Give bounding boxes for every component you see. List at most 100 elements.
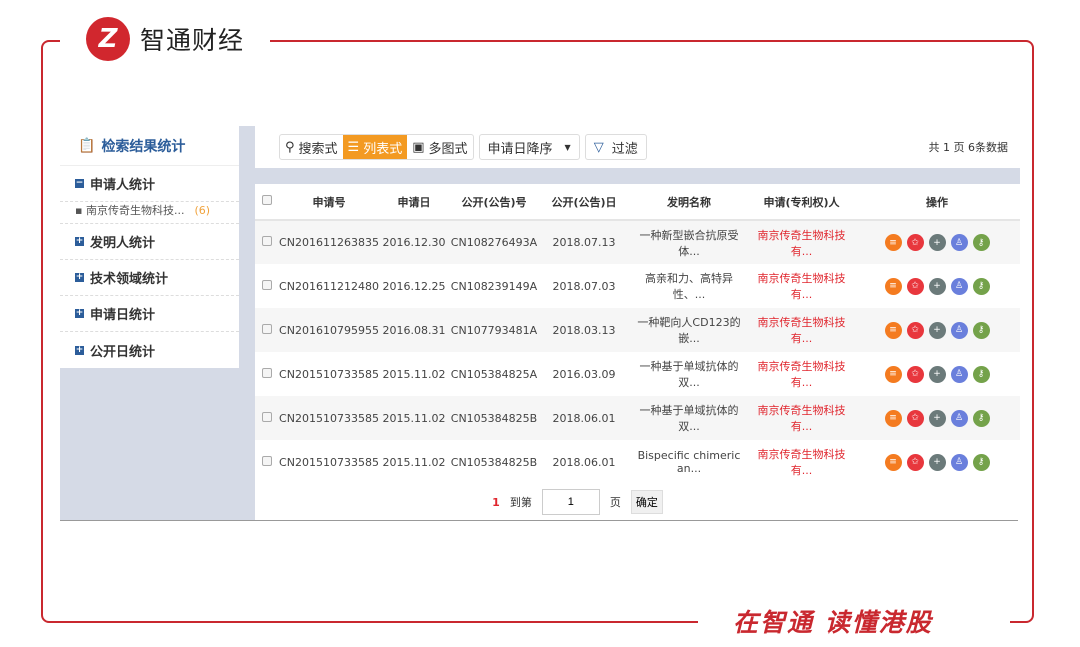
list-icon: ☰ xyxy=(347,139,360,155)
column-header: 申请(专利权)人 xyxy=(749,184,854,221)
table-cell[interactable]: 一种新型嵌合抗原受体... xyxy=(629,220,749,264)
table-cell: CN201611263835 xyxy=(279,220,379,264)
table-row[interactable]: CN201510733585 2015.11.02 CN105384825B 2018… xyxy=(255,440,1020,484)
table-cell[interactable]: 南京传奇生物科技有... xyxy=(749,308,854,352)
table-cell[interactable]: 一种基于单域抗体的双... xyxy=(629,396,749,440)
key-icon[interactable]: ⚷ xyxy=(972,453,990,471)
table-cell[interactable]: Bispecific chimeric an... xyxy=(629,440,749,484)
key-icon[interactable]: ⚷ xyxy=(972,234,990,251)
plus-icon[interactable]: + xyxy=(928,234,946,251)
table-cell: 2016.12.25 xyxy=(382,279,446,293)
table-row[interactable]: CN201611263835 2016.12.30 CN108276493A 2018… xyxy=(255,220,1020,264)
results-panel: ⚲ 搜索式 ☰ 列表式 ▣ 多图式 申请日降序 ▼ ▽ 过滤 共 1 页 6条数据 申请号… xyxy=(255,126,1020,520)
table-cell: CN105384825B xyxy=(450,455,538,469)
list-icon[interactable]: ≡ xyxy=(884,453,902,471)
table-cell[interactable]: 高亲和力、高特异性、... xyxy=(629,264,749,308)
user-icon[interactable]: ♙ xyxy=(950,321,968,339)
column-header: 申请号 xyxy=(279,184,379,221)
star-icon[interactable]: ✩ xyxy=(906,234,924,251)
sidebar-section-appdate[interactable]: + 申请日统计 xyxy=(60,296,239,332)
brand-name: 智通财经 xyxy=(140,26,245,55)
expand-icon: + xyxy=(75,236,84,246)
sidebar-item[interactable]: ▪ 南京传奇生物科技... (6) xyxy=(60,202,239,224)
key-icon[interactable]: ⚷ xyxy=(972,409,990,427)
plus-icon[interactable]: + xyxy=(928,321,946,339)
table-cell: CN105384825A xyxy=(450,367,538,381)
row-checkbox[interactable] xyxy=(262,279,272,290)
table-cell[interactable]: 一种基于单域抗体的双... xyxy=(629,352,749,396)
expand-icon: + xyxy=(75,272,84,282)
sidebar: 📋 检索结果统计 − 申请人统计 ▪ 南京传奇生物科技... (6) + 发明人统计 +… xyxy=(60,126,239,368)
page-input[interactable] xyxy=(541,489,600,515)
table-cell[interactable]: 南京传奇生物科技有... xyxy=(749,440,854,484)
star-icon[interactable]: ✩ xyxy=(906,365,924,383)
row-checkbox[interactable] xyxy=(262,323,272,334)
table-cell: 2018.07.13 xyxy=(539,220,629,264)
sort-select[interactable]: 申请日降序 ▼ xyxy=(478,134,580,160)
key-icon[interactable]: ⚷ xyxy=(972,277,990,295)
filter-icon: ▽ xyxy=(593,139,604,155)
row-checkbox[interactable] xyxy=(262,455,272,466)
list-icon[interactable]: ≡ xyxy=(884,409,902,427)
table-cell[interactable]: 南京传奇生物科技有... xyxy=(749,264,854,308)
view-image[interactable]: ▣ 多图式 xyxy=(407,135,472,159)
filter-button[interactable]: ▽ 过滤 xyxy=(584,134,647,160)
user-icon[interactable]: ♙ xyxy=(950,453,968,471)
table-cell: CN201610795955 xyxy=(279,308,379,352)
table-cell: 2015.11.02 xyxy=(382,455,446,469)
sidebar-section-applicant[interactable]: − 申请人统计 xyxy=(60,166,239,202)
user-icon[interactable]: ♙ xyxy=(950,409,968,427)
plus-icon[interactable]: + xyxy=(928,277,946,295)
results-table: 申请号 申请日 公开(公告)号 公开(公告)日 发明名称 申请(专利权)人 操作 CN201… xyxy=(255,184,1020,484)
table-row[interactable]: CN201510733585 2015.11.02 CN105384825A 2016… xyxy=(255,352,1020,396)
table-cell: 2018.06.01 xyxy=(552,455,616,469)
table-row[interactable]: CN201610795955 2016.08.31 CN107793481A 2018… xyxy=(255,308,1020,352)
view-search[interactable]: ⚲ 搜索式 xyxy=(280,135,343,159)
row-checkbox[interactable] xyxy=(262,236,272,246)
table-cell: 2016.03.09 xyxy=(552,367,616,381)
sidebar-section-inventor[interactable]: + 发明人统计 xyxy=(60,224,239,260)
current-page[interactable]: 1 xyxy=(492,496,500,509)
table-cell: CN201510733585 xyxy=(279,396,379,440)
star-icon[interactable]: ✩ xyxy=(906,277,924,295)
table-cell[interactable]: 南京传奇生物科技有... xyxy=(749,352,854,396)
table-cell: CN105384825B xyxy=(449,396,539,440)
star-icon[interactable]: ✩ xyxy=(906,453,924,471)
table-row[interactable]: CN201611212480 2016.12.25 CN108239149A 2018… xyxy=(255,264,1020,308)
plus-icon[interactable]: + xyxy=(928,453,946,471)
user-icon[interactable]: ♙ xyxy=(950,365,968,383)
user-icon[interactable]: ♙ xyxy=(950,234,968,251)
row-checkbox[interactable] xyxy=(262,367,272,378)
expand-icon: + xyxy=(75,308,84,318)
star-icon[interactable]: ✩ xyxy=(906,321,924,339)
table-cell: CN201510733585 xyxy=(279,367,379,381)
sidebar-section-pubdate[interactable]: + 公开日统计 xyxy=(60,332,239,368)
confirm-button[interactable]: 确定 xyxy=(630,490,663,514)
logo-mark-icon: Z xyxy=(86,17,130,61)
user-icon[interactable]: ♙ xyxy=(950,277,968,295)
table-cell[interactable]: 南京传奇生物科技有... xyxy=(749,220,854,264)
plus-icon[interactable]: + xyxy=(928,409,946,427)
table-cell[interactable]: 南京传奇生物科技有... xyxy=(749,396,854,440)
list-icon[interactable]: ≡ xyxy=(884,234,902,251)
image-icon: ▣ xyxy=(412,139,425,155)
table-cell: CN107793481A xyxy=(449,308,539,352)
list-icon[interactable]: ≡ xyxy=(884,365,902,383)
expand-icon: + xyxy=(75,344,84,355)
select-all-checkbox[interactable] xyxy=(262,195,272,205)
collapse-icon: − xyxy=(75,178,84,188)
plus-icon[interactable]: + xyxy=(928,365,946,383)
key-icon[interactable]: ⚷ xyxy=(972,365,990,383)
key-icon[interactable]: ⚷ xyxy=(972,321,990,339)
list-icon[interactable]: ≡ xyxy=(884,277,902,295)
table-cell[interactable]: 一种靶向人CD123的嵌... xyxy=(629,308,749,352)
table-cell: 2018.03.13 xyxy=(539,308,629,352)
column-header: 公开(公告)号 xyxy=(449,184,539,221)
star-icon[interactable]: ✩ xyxy=(906,409,924,427)
sidebar-section-field[interactable]: + 技术领域统计 xyxy=(60,260,239,296)
list-icon[interactable]: ≡ xyxy=(884,321,902,339)
view-list[interactable]: ☰ 列表式 xyxy=(342,135,408,159)
row-checkbox[interactable] xyxy=(262,411,272,422)
clipboard-icon: 📋 xyxy=(78,137,96,154)
table-row[interactable]: CN201510733585 2015.11.02 CN105384825B 2018… xyxy=(255,396,1020,440)
